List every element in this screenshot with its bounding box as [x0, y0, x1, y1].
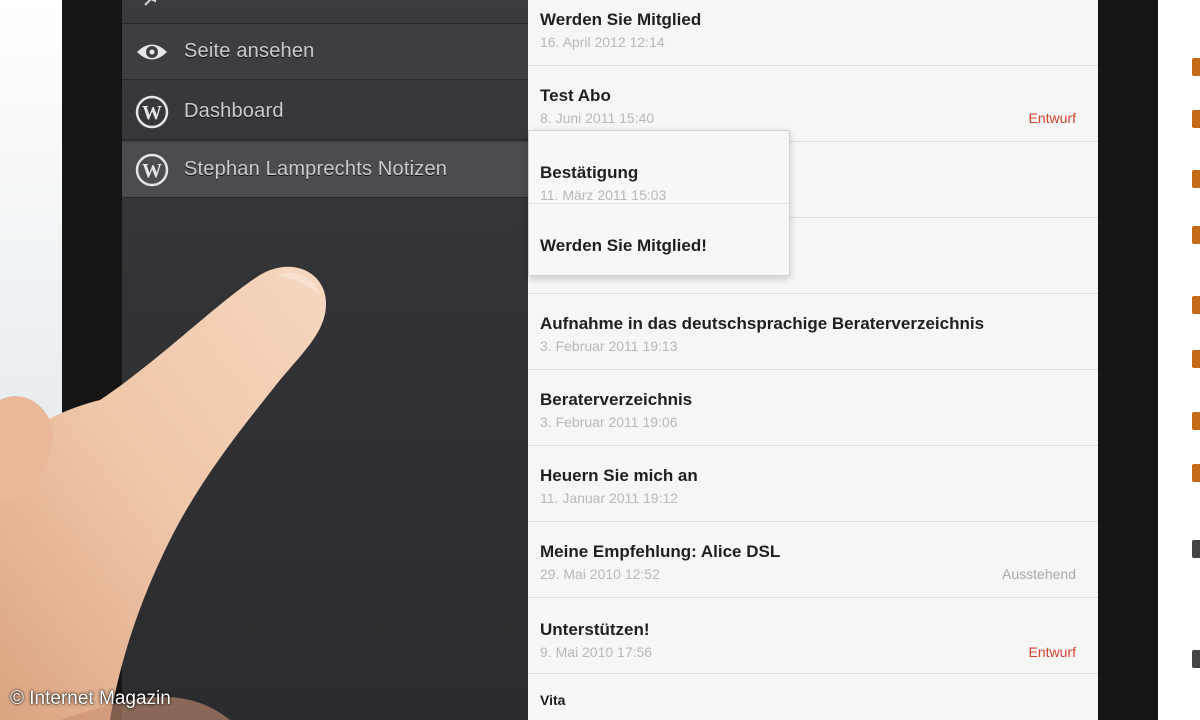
menu-item-dashboard[interactable]: W Dashboard [122, 84, 528, 140]
text-fragment [1192, 412, 1200, 430]
status-badge: Entwurf [1028, 644, 1076, 660]
post-date: 11. März 2011 15:03 [540, 187, 667, 203]
post-date: 29. Mai 2010 12:52 [540, 566, 660, 582]
list-item[interactable]: Meine Empfehlung: Alice DSL 29. Mai 2010… [528, 522, 1098, 598]
posts-list: Werden Sie Mitglied 16. April 2012 12:14… [528, 0, 1098, 720]
magazine-page-edge [1158, 0, 1200, 720]
text-fragment [1192, 58, 1200, 76]
menu-item-view-site[interactable]: Seite ansehen [122, 24, 528, 80]
post-title: Vita [540, 692, 566, 708]
text-fragment [1192, 650, 1200, 668]
post-title: Aufnahme in das deutschsprachige Berater… [540, 314, 985, 333]
post-popover: Bestätigung 11. März 2011 15:03 Werden S… [528, 130, 790, 276]
post-date: 11. Januar 2011 19:12 [540, 490, 679, 506]
background-left [0, 0, 70, 720]
post-title: Bestätigung [540, 163, 639, 182]
post-title: Test Abo [540, 86, 611, 105]
text-fragment [1192, 226, 1200, 244]
post-title: Werden Sie Mitglied! [540, 236, 707, 255]
side-menu: Seite ansehen W Dashboard W Stephan Lamp… [122, 0, 528, 720]
popover-item[interactable]: Bestätigung 11. März 2011 15:03 [529, 131, 789, 204]
post-title: Beraterverzeichnis [540, 390, 693, 409]
post-date: 3. Februar 2011 19:13 [540, 338, 678, 354]
pin-icon [134, 0, 170, 16]
popover-item[interactable]: Werden Sie Mitglied! [529, 204, 789, 275]
list-item[interactable]: Beraterverzeichnis 3. Februar 2011 19:06 [528, 370, 1098, 446]
text-fragment [1192, 350, 1200, 368]
menu-item-top[interactable] [122, 0, 528, 24]
post-date: 9. Mai 2010 17:56 [540, 644, 653, 660]
menu-item-label: Dashboard [184, 100, 284, 122]
post-date: 16. April 2012 12:14 [540, 34, 665, 50]
eye-icon [134, 34, 170, 70]
text-fragment [1192, 110, 1200, 128]
text-fragment [1192, 540, 1200, 558]
list-item[interactable]: Werden Sie Mitglied 16. April 2012 12:14 [528, 0, 1098, 66]
list-item[interactable]: Unterstützen! 9. Mai 2010 17:56 Entwurf [528, 598, 1098, 674]
post-title: Unterstützen! [540, 620, 650, 639]
text-fragment [1192, 464, 1200, 482]
svg-text:W: W [142, 160, 162, 182]
post-date: 3. Februar 2011 19:06 [540, 414, 678, 430]
menu-item-label: Seite ansehen [184, 40, 315, 62]
svg-text:W: W [142, 102, 162, 124]
wordpress-icon: W [134, 152, 170, 188]
post-date: 8. Juni 2011 15:40 [540, 110, 655, 126]
text-fragment [1192, 170, 1200, 188]
photo-credit: © Internet Magazin [10, 688, 171, 709]
menu-item-blog[interactable]: W Stephan Lamprechts Notizen [122, 142, 528, 198]
post-title: Heuern Sie mich an [540, 466, 698, 485]
status-badge: Ausstehend [1002, 566, 1076, 582]
list-item[interactable]: Vita [528, 674, 1098, 720]
menu-item-label: Stephan Lamprechts Notizen [184, 158, 448, 180]
text-fragment [1192, 296, 1200, 314]
status-badge: Entwurf [1028, 110, 1076, 126]
list-item[interactable]: Aufnahme in das deutschsprachige Berater… [528, 294, 1098, 370]
post-title: Meine Empfehlung: Alice DSL [540, 542, 781, 561]
wordpress-icon: W [134, 94, 170, 130]
list-item[interactable]: Heuern Sie mich an 11. Januar 2011 19:12 [528, 446, 1098, 522]
post-title: Werden Sie Mitglied [540, 10, 702, 29]
